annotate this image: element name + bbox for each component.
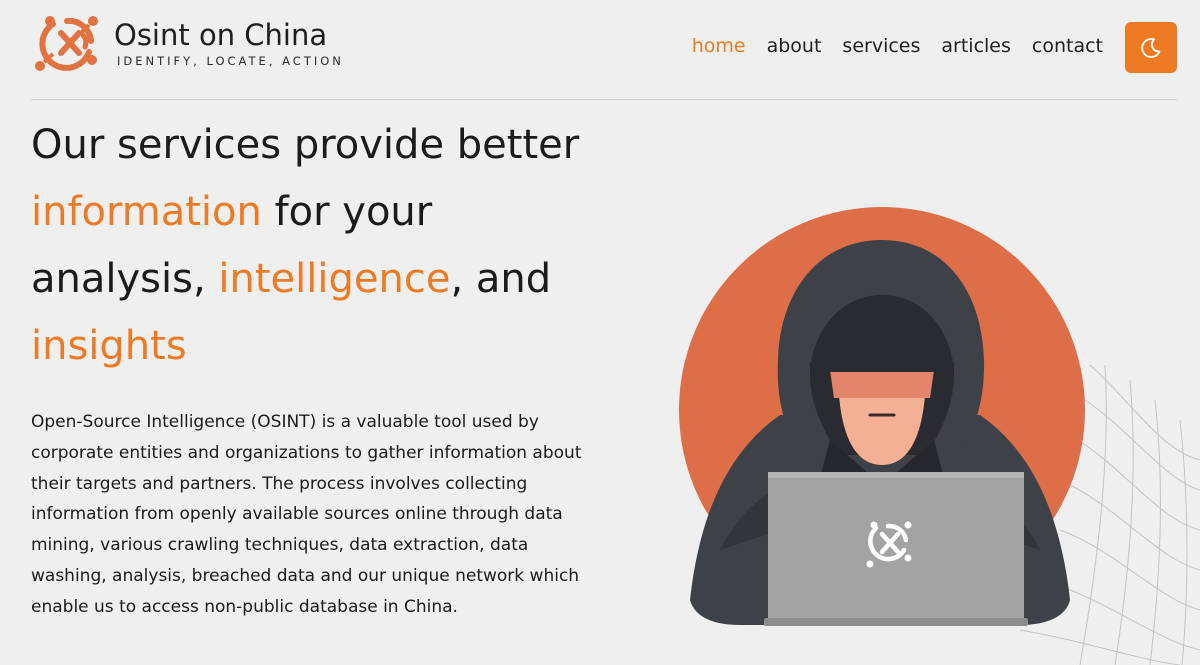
site-header: Osint on China IDENTIFY, LOCATE, ACTION … <box>31 0 1177 100</box>
theme-toggle-button[interactable] <box>1125 22 1177 73</box>
hero-title-part: Our services provide better <box>31 122 580 168</box>
nav-item-home[interactable]: home <box>692 35 746 57</box>
nav-item-contact[interactable]: contact <box>1032 35 1103 57</box>
visor <box>830 370 934 398</box>
hero-title-part: , and <box>450 256 552 302</box>
crosshair-logo-icon <box>35 16 98 71</box>
nav-item-about[interactable]: about <box>767 35 822 57</box>
hero-title-highlight: intelligence <box>218 256 451 302</box>
brand-tagline: IDENTIFY, LOCATE, ACTION <box>117 54 344 68</box>
hero-description: Open-Source Intelligence (OSINT) is a va… <box>31 412 582 617</box>
hero-title: Our services provide better information … <box>31 112 621 380</box>
hero-title-part: analysis, <box>31 256 219 302</box>
nav-item-services[interactable]: services <box>842 35 920 57</box>
hero-title-part: for your <box>261 189 433 235</box>
brand-name: Osint on China <box>114 18 328 52</box>
hero-title-highlight: insights <box>31 323 187 369</box>
main-nav: home about services articles contact <box>692 35 1103 57</box>
moon-icon <box>1141 37 1161 58</box>
hacker-illustration <box>679 207 1200 665</box>
hero-title-highlight: information <box>31 189 262 235</box>
nav-item-articles[interactable]: articles <box>941 35 1011 57</box>
